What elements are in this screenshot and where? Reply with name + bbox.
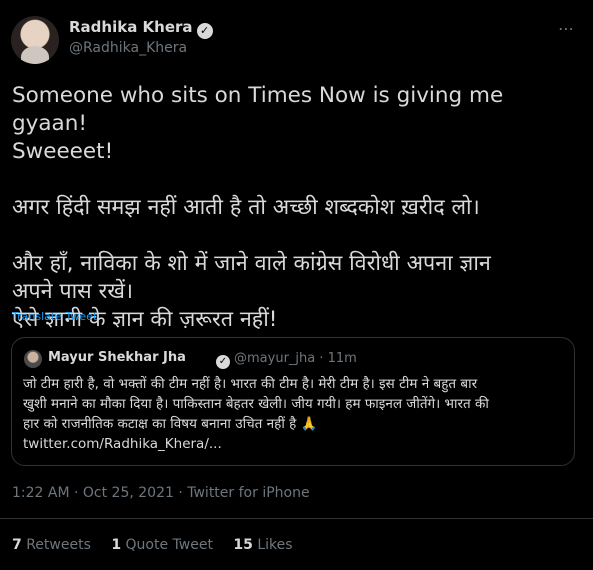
quote-time: · 11m bbox=[319, 351, 357, 366]
quote-line: खुशी मनाने का मौका दिया है। पाकिस्तान बे… bbox=[23, 396, 489, 412]
quotes-label: Quote Tweet bbox=[125, 537, 213, 553]
tweet-line: और हाँ, नाविका के शो में जाने वाले कांग्… bbox=[12, 251, 491, 276]
avatar[interactable] bbox=[11, 16, 59, 64]
quote-line: हार को राजनीतिक कटाक्ष का विषय बनाना उचि… bbox=[23, 416, 318, 432]
tweet-line: Sweeeet! bbox=[12, 139, 114, 164]
tweet-line: अपने पास रखें। bbox=[12, 279, 134, 304]
retweets-count: 7 bbox=[12, 537, 22, 553]
divider bbox=[0, 518, 593, 519]
author-name[interactable]: Radhika Khera ✓ bbox=[69, 18, 213, 39]
tweet-line: ऐसे ज्ञानी के ज्ञान की ज़रूरत नहीं! bbox=[12, 307, 278, 332]
quote-line: जो टीम हारी है, वो भक्तों की टीम नहीं है… bbox=[23, 376, 478, 392]
likes-stat[interactable]: 15 Likes bbox=[233, 537, 292, 553]
quotes-stat[interactable]: 1 Quote Tweet bbox=[111, 537, 213, 553]
author-name-text: Radhika Khera bbox=[69, 18, 193, 36]
tweet-timestamp[interactable]: 1:22 AM · Oct 25, 2021 · Twitter for iPh… bbox=[12, 485, 310, 501]
tweet-text: Someone who sits on Times Now is giving … bbox=[12, 82, 582, 334]
likes-label: Likes bbox=[257, 537, 293, 553]
quote-meta: ✓ @mayur_jha · 11m bbox=[216, 351, 357, 369]
verified-badge-icon: ✓ bbox=[196, 23, 213, 39]
more-options-icon[interactable]: ⋯ bbox=[558, 20, 582, 38]
tweet-line: अगर हिंदी समझ नहीं आती है तो अच्छी शब्दक… bbox=[12, 195, 480, 220]
quote-verified-badge-icon: ✓ bbox=[216, 355, 230, 369]
translate-tweet-link[interactable]: Translate Tweet bbox=[12, 310, 97, 323]
quote-link: twitter.com/Radhika_Khera/... bbox=[23, 436, 222, 452]
quote-text: जो टीम हारी है, वो भक्तों की टीम नहीं है… bbox=[23, 374, 568, 454]
retweets-label: Retweets bbox=[26, 537, 91, 553]
likes-count: 15 bbox=[233, 537, 253, 553]
quotes-count: 1 bbox=[111, 537, 122, 553]
author-handle[interactable]: @Radhika_Khera bbox=[69, 40, 187, 56]
quote-author-name: Mayur Shekhar Jha bbox=[48, 350, 186, 365]
quote-avatar bbox=[24, 350, 42, 368]
tweet-line: Someone who sits on Times Now is giving … bbox=[12, 83, 504, 136]
quote-handle: @mayur_jha bbox=[234, 351, 316, 366]
tweet-stats: 7 Retweets 1 Quote Tweet 15 Likes bbox=[12, 537, 309, 553]
quote-tweet-card[interactable]: Mayur Shekhar Jha ✓ @mayur_jha · 11m जो ट… bbox=[11, 337, 575, 466]
retweets-stat[interactable]: 7 Retweets bbox=[12, 537, 91, 553]
